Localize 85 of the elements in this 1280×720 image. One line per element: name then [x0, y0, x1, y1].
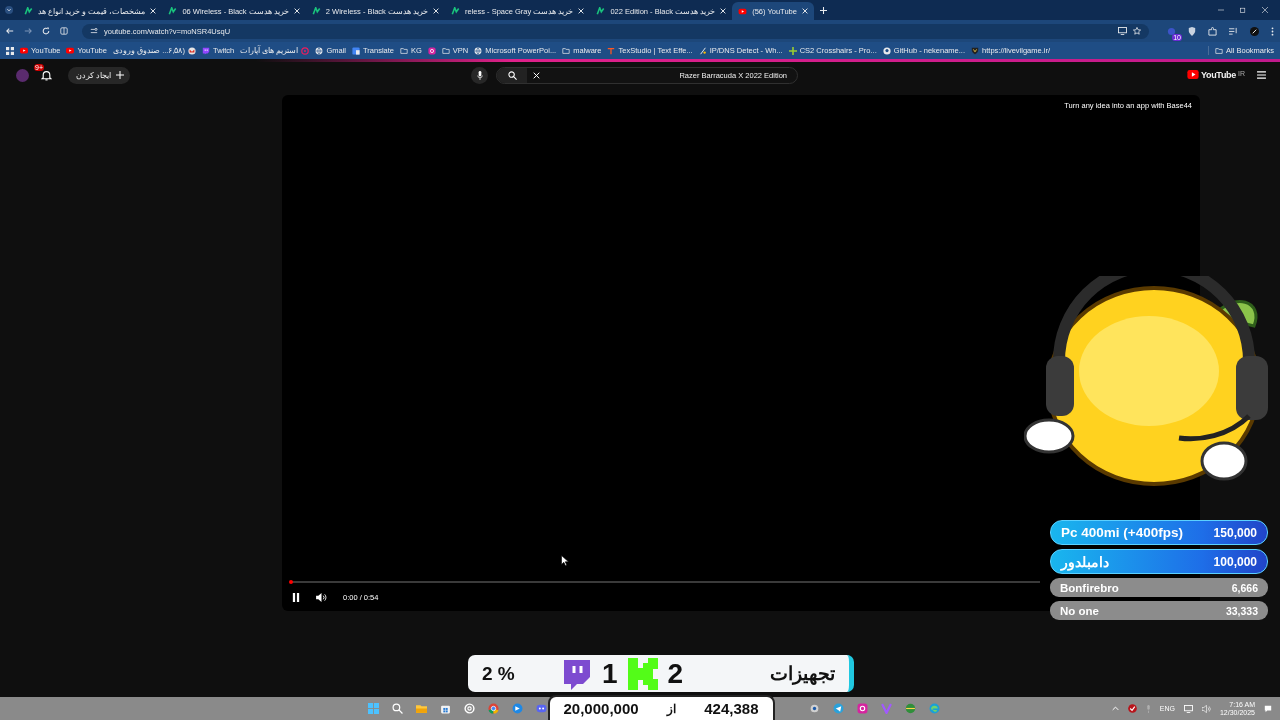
apps-grid-icon[interactable] — [6, 46, 14, 55]
goal-of-label: از — [666, 701, 676, 716]
progress-thumb[interactable] — [289, 580, 293, 584]
goal-title: تجهیزات — [770, 662, 835, 685]
folder-icon — [562, 46, 571, 55]
clear-icon[interactable] — [533, 71, 540, 79]
donor-name: دامبلدور — [1061, 553, 1109, 570]
more-menu-icon[interactable] — [1271, 26, 1274, 36]
search-icon — [507, 70, 517, 80]
restore-icon[interactable] — [1240, 7, 1246, 13]
install-app-icon[interactable] — [1118, 27, 1127, 35]
menu-icon[interactable] — [1257, 71, 1266, 79]
volume-icon[interactable] — [316, 592, 327, 602]
zigzag-logo-icon — [311, 7, 321, 15]
donor-name: No one — [1060, 604, 1099, 617]
store-icon[interactable] — [440, 703, 451, 714]
kick-logo-icon — [627, 657, 658, 690]
monitor-icon[interactable] — [1183, 704, 1193, 713]
instagram-icon[interactable] — [427, 46, 436, 55]
tab-list-icon[interactable] — [5, 6, 13, 14]
close-icon[interactable] — [433, 8, 439, 14]
donation-amount: 33,333 — [1225, 604, 1258, 617]
antivirus-icon[interactable] — [1127, 704, 1137, 713]
donation-amount: 6,666 — [1231, 581, 1258, 594]
notification-icon[interactable] — [1264, 704, 1272, 713]
goal-percent: 2 % — [482, 662, 516, 685]
media-icon[interactable] — [1229, 27, 1238, 35]
donation-amount: 150,000 — [1213, 525, 1257, 540]
close-icon[interactable] — [578, 8, 585, 14]
app-icon[interactable] — [512, 703, 523, 714]
new-tab-icon[interactable] — [820, 6, 828, 14]
chrome-icon[interactable] — [488, 703, 499, 714]
puzzle-icon[interactable] — [1208, 26, 1217, 36]
folder-icon — [441, 46, 450, 55]
aparat-icon — [301, 46, 310, 55]
letter-t-icon — [607, 46, 616, 55]
github-icon — [882, 46, 891, 55]
split-view-icon[interactable] — [60, 27, 68, 35]
plus-icon — [116, 71, 125, 79]
zigzag-logo-icon — [451, 7, 460, 15]
bell-icon[interactable] — [41, 69, 52, 81]
youtube-icon — [1186, 70, 1199, 79]
instagram-icon[interactable] — [857, 703, 868, 714]
close-icon[interactable] — [150, 8, 157, 14]
chat-app-icon[interactable] — [536, 703, 547, 714]
donation-amount: 100,000 — [1213, 554, 1257, 569]
donor-name: Bonfirebro — [1060, 581, 1119, 594]
goal-target: 20,000,000 — [563, 700, 639, 717]
zigzag-logo-icon — [24, 7, 33, 15]
bookmark-star-icon[interactable] — [1133, 27, 1141, 35]
app-icon[interactable] — [809, 703, 820, 714]
youtube-icon — [738, 7, 748, 15]
shield-icon — [971, 46, 980, 55]
twitch-icon — [202, 46, 210, 55]
mouse-cursor-icon — [561, 555, 569, 566]
youtube-icon — [20, 46, 28, 55]
voice-search-button[interactable] — [471, 66, 488, 84]
shield-icon[interactable] — [1188, 26, 1196, 36]
forward-icon[interactable] — [24, 27, 32, 35]
goal-raised: 424,388 — [704, 700, 759, 717]
folder-icon — [1215, 46, 1224, 55]
search-icon[interactable] — [392, 703, 403, 714]
pause-icon[interactable] — [292, 592, 300, 602]
search-button[interactable] — [497, 67, 527, 83]
profile-avatar-icon[interactable] — [1250, 26, 1259, 36]
close-icon[interactable] — [1262, 7, 1268, 13]
telegram-icon[interactable] — [833, 703, 844, 714]
zigzag-logo-icon — [168, 7, 178, 15]
crosshair-icon — [788, 46, 797, 55]
youtube-icon — [66, 46, 75, 55]
start-icon[interactable] — [368, 703, 379, 714]
reload-icon[interactable] — [42, 27, 50, 35]
close-icon[interactable] — [801, 8, 808, 14]
close-icon[interactable] — [293, 8, 300, 14]
folder-icon — [400, 46, 408, 55]
mail-icon — [188, 46, 196, 55]
site-settings-icon[interactable] — [90, 27, 98, 35]
microphone-icon — [476, 70, 483, 80]
kick-count: 2 — [667, 657, 684, 690]
twitch-count: 1 — [602, 657, 618, 690]
donor-name: Pc 400mi (+400fps) — [1061, 525, 1183, 540]
back-icon[interactable] — [6, 27, 14, 35]
close-icon[interactable] — [720, 8, 727, 14]
translate-icon — [352, 46, 360, 55]
zigzag-logo-icon — [596, 7, 606, 15]
